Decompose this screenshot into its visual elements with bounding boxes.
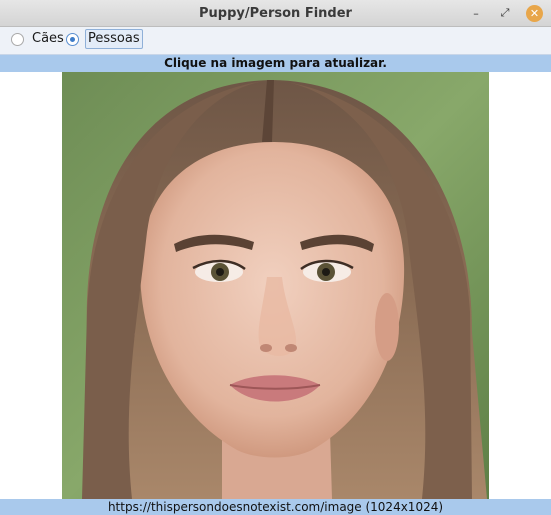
radio-caes[interactable] [11, 33, 24, 46]
mode-radio-group: Cães Pessoas [0, 27, 551, 55]
radio-caes-label[interactable]: Cães [32, 31, 64, 47]
minimize-icon[interactable]: – [468, 5, 484, 21]
radio-pessoas-label[interactable]: Pessoas [85, 29, 143, 49]
title-bar: Puppy/Person Finder – ⤢ ✕ [0, 0, 551, 27]
maximize-icon[interactable]: ⤢ [497, 5, 513, 21]
image-source-url: https://thispersondoesnotexist.com/image… [0, 499, 551, 515]
person-photo[interactable] [62, 72, 489, 499]
instruction-text: Clique na imagem para atualizar. [0, 55, 551, 72]
radio-pessoas[interactable] [66, 33, 79, 46]
close-icon[interactable]: ✕ [526, 5, 543, 22]
